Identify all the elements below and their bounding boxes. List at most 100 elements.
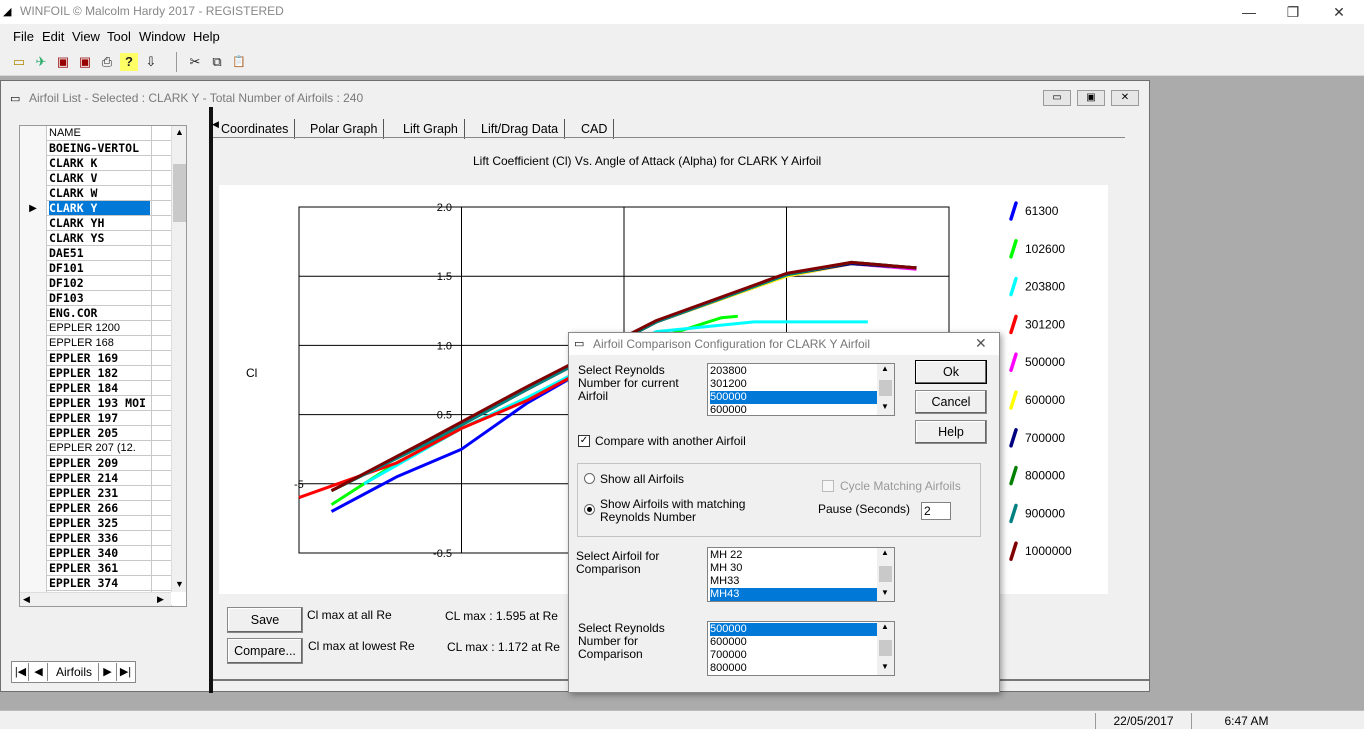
- list-item[interactable]: EPPLER 184: [20, 381, 172, 396]
- list-item[interactable]: EPPLER 168: [20, 336, 172, 351]
- scroll-down-icon[interactable]: ▼: [881, 662, 889, 671]
- scroll-thumb[interactable]: [879, 640, 892, 656]
- help-icon[interactable]: ?: [120, 53, 138, 71]
- paste-icon[interactable]: 📋: [230, 53, 248, 71]
- list-item[interactable]: EPPLER 169: [20, 351, 172, 366]
- scroll-thumb[interactable]: [879, 380, 892, 396]
- listbox-item[interactable]: 800000: [710, 662, 878, 675]
- pause-input[interactable]: 2: [921, 502, 951, 520]
- list-item[interactable]: CLARK W: [20, 186, 172, 201]
- airfoil-scrollbar[interactable]: ▲ ▼: [877, 548, 894, 601]
- scroll-thumb[interactable]: [173, 164, 186, 222]
- list-item[interactable]: CLARK V: [20, 171, 172, 186]
- list-item[interactable]: EPPLER 214: [20, 471, 172, 486]
- help-button[interactable]: Help: [915, 420, 987, 444]
- list-item[interactable]: EPPLER 336: [20, 531, 172, 546]
- list-item[interactable]: EPPLER 209: [20, 456, 172, 471]
- tab-coordinates[interactable]: Coordinates: [215, 119, 296, 139]
- scroll-up-icon[interactable]: ▲: [175, 127, 184, 137]
- scroll-thumb[interactable]: [879, 566, 892, 582]
- compare-checkbox[interactable]: ✓: [578, 435, 590, 447]
- menu-view[interactable]: View: [72, 29, 100, 44]
- reynolds-compare-listbox[interactable]: 500000 600000 700000 800000 ▲ ▼: [707, 621, 895, 676]
- scroll-right-icon[interactable]: ▶: [157, 594, 164, 605]
- tab-cad[interactable]: CAD: [575, 119, 615, 139]
- list-item[interactable]: EPPLER 231: [20, 486, 172, 501]
- show-all-radio[interactable]: [584, 473, 595, 484]
- list-vertical-scrollbar[interactable]: ▲ ▼: [171, 126, 186, 592]
- airfoil-listbox[interactable]: MH 22 MH 30 MH33 MH43 ▲ ▼: [707, 547, 895, 602]
- list-item[interactable]: ▶ CLARK Y: [20, 201, 172, 216]
- child-minimize-button[interactable]: ▭: [1043, 90, 1071, 106]
- compare-button[interactable]: Compare...: [227, 638, 303, 664]
- ok-button[interactable]: Ok: [915, 360, 987, 384]
- cancel-button[interactable]: Cancel: [915, 390, 987, 414]
- list-item[interactable]: DF103: [20, 291, 172, 306]
- reynolds-current-scrollbar[interactable]: ▲ ▼: [877, 364, 894, 415]
- scroll-down-icon[interactable]: ▼: [881, 588, 889, 597]
- tab-lift-graph[interactable]: Lift Graph: [397, 119, 465, 139]
- airfoil-icon[interactable]: ✈: [32, 53, 50, 71]
- list-item[interactable]: EPPLER 1200: [20, 321, 172, 336]
- save-button[interactable]: Save: [227, 607, 303, 633]
- list-item[interactable]: EPPLER 205: [20, 426, 172, 441]
- tab-polar-graph[interactable]: Polar Graph: [304, 119, 385, 139]
- scroll-left-icon[interactable]: ◀: [23, 594, 30, 605]
- listbox-item[interactable]: 600000: [710, 404, 878, 415]
- print-icon[interactable]: ⎙: [98, 53, 116, 71]
- list-item[interactable]: EPPLER 325: [20, 516, 172, 531]
- scroll-up-icon[interactable]: ▲: [881, 622, 889, 631]
- list-item[interactable]: ENG.COR: [20, 306, 172, 321]
- cut-icon[interactable]: ✂: [186, 53, 204, 71]
- list-item[interactable]: DAE51: [20, 246, 172, 261]
- scroll-down-icon[interactable]: ▼: [175, 579, 184, 589]
- show-matching-radio[interactable]: [584, 504, 595, 515]
- cycle-checkbox[interactable]: [822, 480, 834, 492]
- list-item[interactable]: EPPLER 374: [20, 576, 172, 591]
- listbox-item[interactable]: MH 30: [710, 562, 878, 575]
- listbox-item[interactable]: MH43: [710, 588, 878, 601]
- first-record-button[interactable]: |◀: [13, 663, 29, 681]
- list-item[interactable]: CLARK K: [20, 156, 172, 171]
- child-restore-button[interactable]: ▣: [1077, 90, 1105, 106]
- menu-file[interactable]: File: [13, 29, 34, 44]
- dialog-close-button[interactable]: ✕: [975, 335, 987, 352]
- listbox-item[interactable]: 301200: [710, 378, 878, 391]
- list-item[interactable]: CLARK YH: [20, 216, 172, 231]
- list-item[interactable]: EPPLER 266: [20, 501, 172, 516]
- tab-lift-drag-data[interactable]: Lift/Drag Data: [475, 119, 566, 139]
- save-icon[interactable]: ▣: [54, 53, 72, 71]
- list-item[interactable]: CLARK YS: [20, 231, 172, 246]
- listbox-item[interactable]: 500000: [710, 623, 878, 636]
- listbox-item[interactable]: MH 22: [710, 549, 878, 562]
- list-item[interactable]: EPPLER 193 MOI: [20, 396, 172, 411]
- menu-tool[interactable]: Tool: [107, 29, 131, 44]
- listbox-item[interactable]: 700000: [710, 649, 878, 662]
- splitter[interactable]: [209, 107, 213, 693]
- reynolds-current-listbox[interactable]: 203800 301200 500000 600000 ▲ ▼: [707, 363, 895, 416]
- minimize-button[interactable]: —: [1226, 2, 1272, 22]
- restore-button[interactable]: ❐: [1270, 2, 1316, 22]
- prev-record-button[interactable]: ◀: [30, 663, 48, 681]
- list-item[interactable]: EPPLER 182: [20, 366, 172, 381]
- scroll-down-icon[interactable]: ▼: [881, 402, 889, 411]
- copy-icon[interactable]: ⧉: [208, 53, 226, 71]
- listbox-item[interactable]: 500000: [710, 391, 878, 404]
- list-item[interactable]: DF101: [20, 261, 172, 276]
- list-item[interactable]: EPPLER 207 (12.: [20, 441, 172, 456]
- list-item[interactable]: EPPLER 340: [20, 546, 172, 561]
- listbox-item[interactable]: MH33: [710, 575, 878, 588]
- list-horizontal-scrollbar[interactable]: ◀ ▶: [20, 592, 171, 606]
- scroll-up-icon[interactable]: ▲: [881, 548, 889, 557]
- open-icon[interactable]: ▭: [10, 53, 28, 71]
- list-item[interactable]: DF102: [20, 276, 172, 291]
- next-record-button[interactable]: ▶: [98, 663, 116, 681]
- menu-help[interactable]: Help: [193, 29, 220, 44]
- menu-edit[interactable]: Edit: [42, 29, 64, 44]
- last-record-button[interactable]: ▶|: [116, 663, 134, 681]
- airfoil-list[interactable]: NAME BOEING-VERTOL CLARK K CLARK V CLARK W ▶…: [19, 125, 187, 607]
- list-item[interactable]: BOEING-VERTOL: [20, 141, 172, 156]
- menu-window[interactable]: Window: [139, 29, 185, 44]
- reynolds-compare-scrollbar[interactable]: ▲ ▼: [877, 622, 894, 675]
- child-close-button[interactable]: ✕: [1111, 90, 1139, 106]
